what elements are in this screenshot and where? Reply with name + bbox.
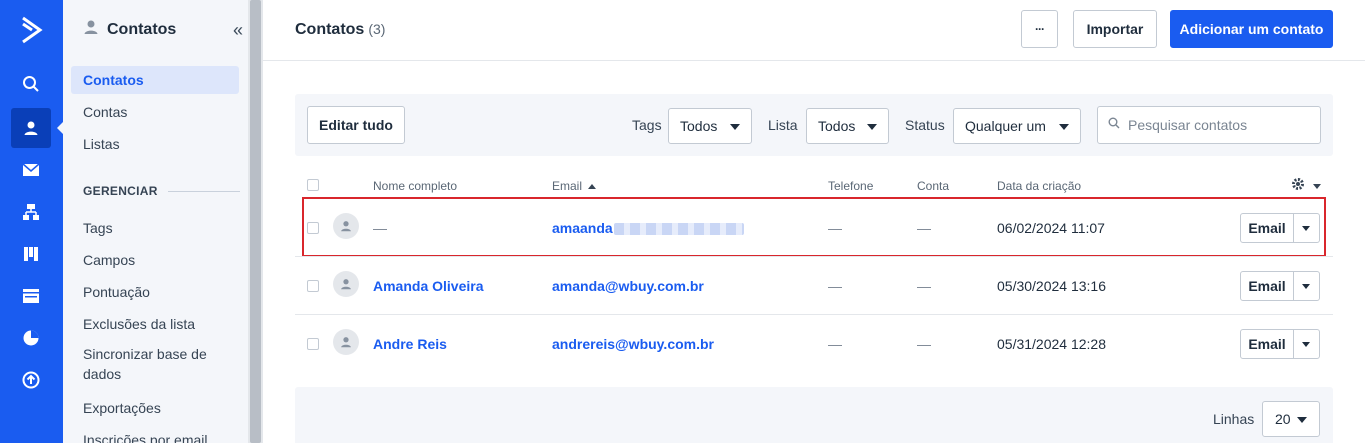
add-contact-button[interactable]: Adicionar um contato <box>1170 10 1333 48</box>
status-filter-value: Qualquer um <box>965 118 1046 134</box>
chevron-down-icon <box>867 124 877 130</box>
sidebar-item-contas[interactable]: Contas <box>71 98 239 126</box>
sidebar-item-exclusoes[interactable]: Exclusões da lista <box>71 310 239 338</box>
column-settings-button[interactable] <box>1291 177 1321 196</box>
select-all-checkbox[interactable] <box>307 179 319 191</box>
collapse-icon[interactable]: « <box>233 20 243 41</box>
column-header-name[interactable]: Nome completo <box>373 179 457 193</box>
sidebar-item-tags[interactable]: Tags <box>71 214 239 242</box>
page-header: Contatos (3) ··· Importar Adicionar um co… <box>263 0 1365 61</box>
row-checkbox[interactable] <box>307 280 319 292</box>
tags-filter-value: Todos <box>680 118 718 134</box>
rows-per-page-value: 20 <box>1275 411 1291 427</box>
section-gerenciar: GERENCIAR <box>83 184 240 198</box>
page-title: Contatos (3) <box>295 21 385 39</box>
email-action-button[interactable]: Email <box>1241 272 1294 300</box>
main-content: Contatos (3) ··· Importar Adicionar um co… <box>263 0 1365 443</box>
gear-icon <box>1291 177 1305 196</box>
contact-count: (3) <box>368 21 386 37</box>
sidebar-item-exportacoes[interactable]: Exportações <box>71 394 239 422</box>
status-filter-label: Status <box>905 117 945 133</box>
app-rail <box>0 0 64 443</box>
tags-filter-select[interactable]: Todos <box>668 108 752 144</box>
more-options-button[interactable]: ··· <box>1021 10 1058 48</box>
search-icon[interactable] <box>11 64 51 104</box>
email-action-dropdown[interactable] <box>1294 330 1319 358</box>
list-filter-label: Lista <box>768 117 798 133</box>
rows-per-page-select[interactable]: 20 <box>1262 401 1320 437</box>
contacts-subnav: Contatos « Contatos Contas Listas GERENC… <box>63 0 248 443</box>
status-filter-select[interactable]: Qualquer um <box>953 108 1081 144</box>
sidebar-item-sincronizar[interactable]: Sincronizar base de dados <box>71 342 239 386</box>
contact-email[interactable]: amanda@wbuy.com.br <box>552 278 704 294</box>
subnav-scrollbar-thumb[interactable] <box>250 0 261 443</box>
contact-name[interactable]: Amanda Oliveira <box>373 278 484 294</box>
row-divider <box>295 314 1333 315</box>
pipelines-icon[interactable] <box>11 234 51 274</box>
sidebar-item-campos[interactable]: Campos <box>71 246 239 274</box>
chevron-down-icon <box>1313 183 1321 189</box>
automations-icon[interactable] <box>11 192 51 232</box>
pagination-bar: Linhas 20 <box>295 387 1333 443</box>
sidebar-item-inscricoes[interactable]: Inscrições por email <box>71 426 239 443</box>
reports-icon[interactable] <box>11 318 51 358</box>
column-header-email[interactable]: Email <box>552 179 597 193</box>
sidebar-item-contatos[interactable]: Contatos <box>71 66 239 94</box>
avatar <box>333 271 359 297</box>
chevron-down-icon <box>1297 417 1307 423</box>
website-icon[interactable] <box>11 276 51 316</box>
logo-icon[interactable] <box>0 10 63 50</box>
column-header-created[interactable]: Data da criação <box>997 179 1081 193</box>
person-icon <box>83 19 99 40</box>
subnav-title-label: Contatos <box>107 20 177 38</box>
chevron-down-icon <box>730 124 740 130</box>
search-icon <box>1108 116 1120 134</box>
more-icon: ··· <box>1035 22 1045 36</box>
contact-created: 05/30/2024 13:16 <box>997 278 1106 294</box>
contact-phone: — <box>828 278 842 294</box>
contact-phone: — <box>828 336 842 352</box>
row-divider <box>295 256 1333 257</box>
contact-account: — <box>917 336 931 352</box>
email-icon[interactable] <box>11 150 51 190</box>
contact-account: — <box>917 278 931 294</box>
tags-filter-label: Tags <box>632 117 662 133</box>
row-checkbox[interactable] <box>307 338 319 350</box>
highlight-box <box>302 197 1326 257</box>
sort-ascending-icon <box>588 184 597 189</box>
search-box[interactable] <box>1097 106 1321 144</box>
column-header-phone[interactable]: Telefone <box>828 179 873 193</box>
page-title-label: Contatos <box>295 21 365 38</box>
rows-per-page-label: Linhas <box>1213 411 1255 427</box>
column-header-account[interactable]: Conta <box>917 179 949 193</box>
sidebar-item-listas[interactable]: Listas <box>71 130 239 158</box>
sidebar-item-pontuacao[interactable]: Pontuação <box>71 278 239 306</box>
contacts-icon[interactable] <box>11 108 51 148</box>
contact-email[interactable]: andrereis@wbuy.com.br <box>552 336 714 352</box>
list-filter-value: Todos <box>818 118 856 134</box>
upgrade-icon[interactable] <box>11 360 51 400</box>
chevron-down-icon <box>1059 124 1069 130</box>
column-header-email-label: Email <box>552 179 583 193</box>
email-action-dropdown[interactable] <box>1294 272 1319 300</box>
contact-name[interactable]: Andre Reis <box>373 336 447 352</box>
list-filter-select[interactable]: Todos <box>806 108 889 144</box>
search-input[interactable] <box>1128 117 1308 133</box>
subnav-title: Contatos <box>83 19 176 40</box>
email-action-split-button: Email <box>1240 329 1320 359</box>
section-label: GERENCIAR <box>83 184 158 198</box>
contact-created: 05/31/2024 12:28 <box>997 336 1106 352</box>
email-action-split-button: Email <box>1240 271 1320 301</box>
filter-bar: Editar tudo Tags Todos Lista Todos Statu… <box>295 94 1333 156</box>
edit-all-button[interactable]: Editar tudo <box>307 106 405 144</box>
import-button[interactable]: Importar <box>1073 10 1157 48</box>
avatar <box>333 329 359 355</box>
section-divider <box>167 190 240 192</box>
email-action-button[interactable]: Email <box>1241 330 1294 358</box>
